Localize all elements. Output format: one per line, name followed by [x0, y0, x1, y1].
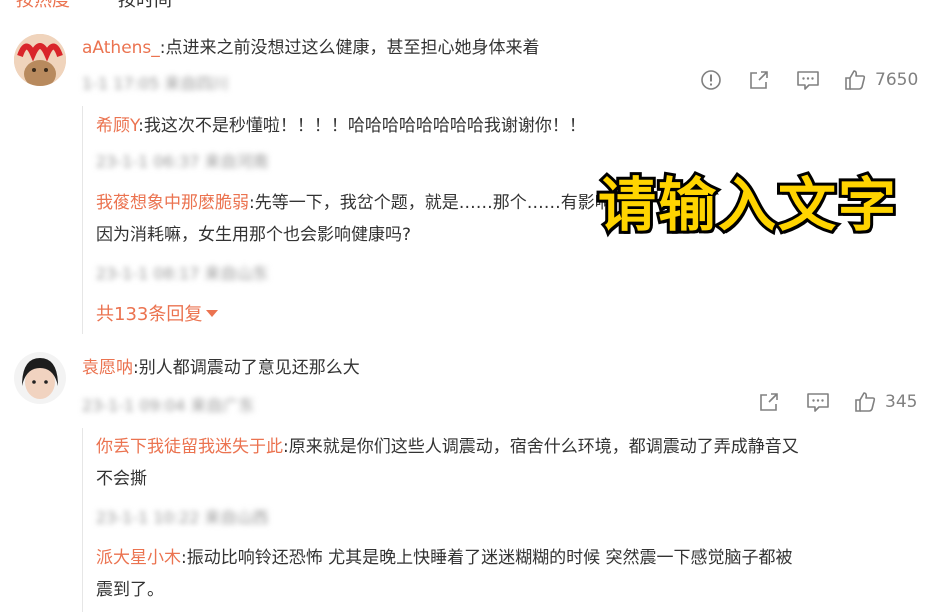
- reply-body: 希顾Y:我这次不是秒懂啦！！！！哈哈哈哈哈哈哈哈我谢谢你！！: [96, 111, 586, 141]
- share-button[interactable]: [748, 69, 770, 95]
- comment-username[interactable]: 袁愿呐: [82, 358, 133, 378]
- reply-body: 我葰想象中那麽脆弱:先等一下，我岔个题，就是……那个……有影响健康吗: [96, 188, 616, 218]
- thumbs-up-icon: [855, 392, 876, 412]
- comment-username[interactable]: aAthens_: [82, 38, 160, 58]
- reply-body: 你丢下我徒留我迷失于此:原来就是你们这些人调震动，宿舍什么环境，都调震动了弄成静…: [96, 432, 799, 462]
- comment-body: 袁愿呐:别人都调震动了意见还那么大: [82, 355, 360, 381]
- reply-username[interactable]: 我葰想象中那麽脆弱: [96, 193, 249, 213]
- reply-text-line2: 因为消耗嘛，女生用那个也会影响健康吗?: [96, 225, 412, 245]
- avatar[interactable]: [14, 34, 66, 86]
- comment-meta: 23-1-1 09:04 来自广东: [82, 396, 255, 415]
- reply-text: :我这次不是秒懂啦！！！！哈哈哈哈哈哈哈哈我谢谢你！！: [138, 116, 586, 136]
- reply-username[interactable]: 派大星小木: [96, 548, 181, 568]
- share-button[interactable]: [758, 391, 780, 417]
- comment-text: :点进来之前没想过这么健康，甚至担心她身体来着: [159, 38, 540, 58]
- avatar-image: [14, 352, 66, 404]
- share-icon: [760, 393, 778, 411]
- reply-username[interactable]: 希顾Y: [96, 116, 138, 136]
- reply-text-line2: 不会撕: [96, 469, 147, 489]
- thumbs-up-icon: [845, 70, 866, 90]
- reply-meta: 23-1-1 10:22 来自山西: [96, 508, 269, 527]
- more-replies-link[interactable]: 共133条回复: [96, 300, 219, 326]
- comment-text: :别人都调震动了意见还那么大: [133, 358, 360, 378]
- reply-button[interactable]: [806, 391, 830, 417]
- reply-meta: 23-1-1 06:37 来自河南: [96, 152, 269, 171]
- reply-text: :原来就是你们这些人调震动，宿舍什么环境，都调震动了弄成静音又: [283, 437, 799, 457]
- reply-text: :先等一下，我岔个题，就是……那个……有影响健康吗: [249, 193, 616, 213]
- avatar[interactable]: [14, 352, 66, 404]
- like-button[interactable]: 7650: [843, 68, 918, 92]
- like-count: 345: [885, 392, 918, 412]
- tab-time[interactable]: 按时间: [118, 0, 172, 12]
- report-icon: [701, 70, 721, 90]
- comment-icon: [807, 393, 829, 412]
- reply-meta: 23-1-1 08:17 来自山东: [96, 264, 269, 283]
- caret-down-icon: [206, 310, 219, 317]
- more-replies-label: 共133条回复: [96, 304, 203, 325]
- replies-divider: [82, 428, 84, 612]
- overlay-sticker-text: 请输入文字: [595, 168, 899, 242]
- reply-button[interactable]: [796, 69, 820, 95]
- like-count: 7650: [875, 70, 919, 90]
- comment-meta: 1-1 17:05 来自四川: [82, 74, 229, 93]
- avatar-image: [14, 34, 66, 86]
- replies-divider: [82, 106, 84, 334]
- tab-hot[interactable]: 按热度: [16, 0, 70, 12]
- comment-body: aAthens_:点进来之前没想过这么健康，甚至担心她身体来着: [82, 35, 540, 61]
- share-icon: [750, 71, 768, 89]
- reply-body: 派大星小木:振动比响铃还恐怖 尤其是晚上快睡着了迷迷糊糊的时候 突然震一下感觉脑…: [96, 543, 793, 573]
- reply-username[interactable]: 你丢下我徒留我迷失于此: [96, 437, 283, 457]
- reply-text: :振动比响铃还恐怖 尤其是晚上快睡着了迷迷糊糊的时候 突然震一下感觉脑子都被: [181, 548, 793, 568]
- comment-icon: [797, 71, 819, 90]
- report-button[interactable]: [700, 69, 722, 95]
- reply-text-line2: 震到了。: [96, 580, 164, 600]
- like-button[interactable]: 345: [853, 390, 917, 414]
